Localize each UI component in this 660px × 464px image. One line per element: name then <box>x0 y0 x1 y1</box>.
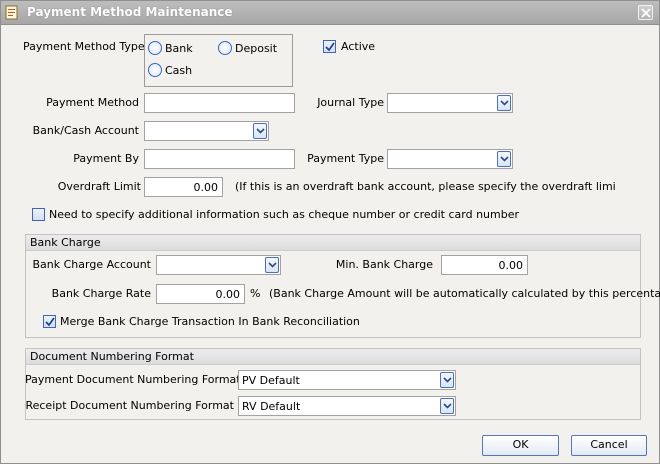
receipt-doc-format-value: RV Default <box>242 400 301 413</box>
bank-charge-account-select[interactable] <box>156 255 281 275</box>
bank-charge-rate-unit: % <box>250 287 261 300</box>
close-icon <box>641 8 651 18</box>
overdraft-limit-input[interactable]: 0.00 <box>144 177 223 197</box>
additional-info-checkbox[interactable] <box>32 208 45 221</box>
payment-by-input[interactable] <box>144 149 295 169</box>
check-icon <box>45 317 55 327</box>
min-bank-charge-label: Min. Bank Charge <box>335 258 433 271</box>
payment-by-label: Payment By <box>73 152 139 165</box>
bank-charge-rate-note: (Bank Charge Amount will be automaticall… <box>269 287 660 300</box>
cancel-button[interactable]: Cancel <box>571 435 647 456</box>
payment-doc-format-label: Payment Document Numbering Format <box>25 373 241 386</box>
journal-type-select[interactable] <box>387 93 513 113</box>
bank-cash-account-label: Bank/Cash Account <box>32 124 139 137</box>
chevron-down-icon[interactable] <box>440 398 454 414</box>
window-title: Payment Method Maintenance <box>27 5 233 19</box>
bank-charge-title: Bank Charge <box>30 236 101 249</box>
active-label: Active <box>341 40 376 53</box>
ok-button[interactable]: OK <box>482 435 559 456</box>
payment-method-dialog: Payment Method Maintenance Payment Metho… <box>0 0 660 464</box>
radio-deposit[interactable] <box>218 41 232 55</box>
bank-charge-rate-label: Bank Charge Rate <box>51 287 151 300</box>
overdraft-note: (If this is an overdraft bank account, p… <box>235 180 616 193</box>
payment-doc-format-value: PV Default <box>242 374 300 387</box>
additional-info-label: Need to specify additional information s… <box>49 208 520 221</box>
payment-type-label: Payment Type <box>307 152 384 165</box>
merge-bank-charge-checkbox[interactable] <box>43 315 56 328</box>
overdraft-limit-label: Overdraft Limit <box>57 180 141 193</box>
receipt-doc-format-select[interactable]: RV Default <box>238 396 456 416</box>
chevron-down-icon[interactable] <box>440 372 454 388</box>
merge-bank-charge-label: Merge Bank Charge Transaction In Bank Re… <box>60 315 360 328</box>
bank-charge-account-label: Bank Charge Account <box>32 258 151 271</box>
radio-cash[interactable] <box>148 63 162 77</box>
chevron-down-icon[interactable] <box>253 123 267 139</box>
bank-charge-header: Bank Charge <box>26 235 640 251</box>
receipt-doc-format-label: Receipt Document Numbering Format <box>25 399 234 412</box>
journal-type-label: Journal Type <box>317 96 384 109</box>
min-bank-charge-input[interactable]: 0.00 <box>441 255 528 275</box>
chevron-down-icon[interactable] <box>497 151 511 167</box>
active-checkbox[interactable] <box>323 40 336 53</box>
radio-deposit-label: Deposit <box>235 42 278 55</box>
payment-method-input[interactable] <box>144 93 295 113</box>
form-icon <box>5 5 19 20</box>
document-numbering-title: Document Numbering Format <box>30 350 194 363</box>
payment-type-select[interactable] <box>387 149 513 169</box>
radio-bank[interactable] <box>148 41 162 55</box>
bank-charge-rate-input[interactable]: 0.00 <box>156 284 245 304</box>
check-icon <box>325 42 335 52</box>
payment-method-type-label: Payment Method Type <box>23 40 145 53</box>
document-numbering-header: Document Numbering Format <box>26 349 640 365</box>
chevron-down-icon[interactable] <box>497 95 511 111</box>
chevron-down-icon[interactable] <box>265 257 279 273</box>
close-button[interactable] <box>638 5 653 20</box>
radio-cash-label: Cash <box>165 64 193 77</box>
radio-bank-label: Bank <box>165 42 193 55</box>
payment-doc-format-select[interactable]: PV Default <box>238 370 456 390</box>
bank-cash-account-select[interactable] <box>144 121 269 141</box>
payment-method-label: Payment Method <box>46 96 139 109</box>
title-bar[interactable]: Payment Method Maintenance <box>1 1 659 25</box>
